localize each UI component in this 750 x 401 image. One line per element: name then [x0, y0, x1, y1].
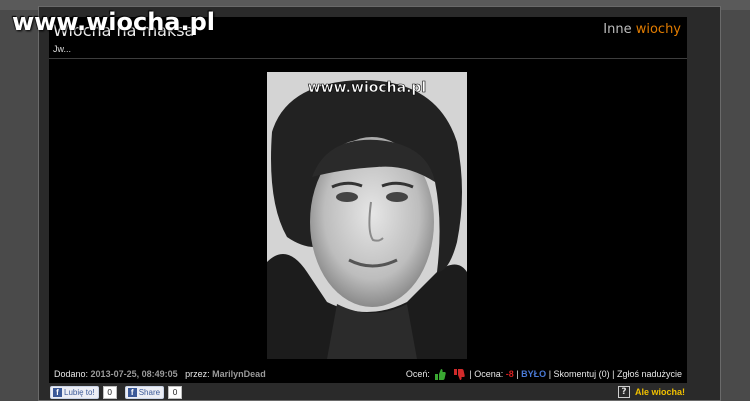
share-count: 0 — [168, 385, 183, 399]
bylo-link[interactable]: BYŁO — [521, 369, 546, 379]
post-meta: Dodano: 2013-07-25, 08:49:05 przez: Mari… — [54, 369, 266, 379]
portrait-image: www.wiocha.pl — [267, 72, 467, 359]
photo-watermark: www.wiocha.pl — [308, 80, 426, 96]
like-count: 0 — [102, 385, 117, 399]
social-buttons: f Lubię to! 0 f Share 0 — [50, 385, 186, 399]
like-label: Lubię to! — [64, 387, 95, 397]
rate-label: Oceń: — [405, 369, 430, 379]
share-label: Share — [138, 387, 161, 397]
comment-link[interactable]: Skomentuj (0) — [554, 369, 610, 379]
post-card: Wiocha na maksa Jw... Inne wiochy www.wi… — [49, 17, 687, 383]
separator: | — [548, 369, 552, 379]
post-footer: Dodano: 2013-07-25, 08:49:05 przez: Mari… — [49, 367, 687, 383]
facebook-icon: f — [127, 387, 137, 397]
facebook-icon: f — [53, 387, 62, 397]
thumbs-down-icon[interactable] — [453, 369, 465, 381]
facebook-like-button[interactable]: f Lubię to! — [50, 385, 99, 399]
post-subtitle: Jw... — [53, 44, 72, 54]
other-posts-link-part2: wiochy — [635, 22, 681, 37]
other-posts-link[interactable]: Inne wiochy — [603, 22, 681, 37]
author-link[interactable]: MarilynDead — [212, 369, 266, 379]
site-logo[interactable]: www.wiocha.pl — [12, 8, 215, 36]
help-icon[interactable]: ? — [617, 386, 630, 398]
header-divider — [49, 58, 687, 59]
added-date: 2013-07-25, 08:49:05 — [90, 369, 178, 379]
rating-bar: Oceń: | Ocena: -8 | BYŁO | Skomentuj (0)… — [405, 369, 682, 381]
ale-wiocha-button[interactable]: Ale wiocha! — [635, 387, 685, 397]
separator: | — [516, 369, 519, 379]
thumbs-up-icon[interactable] — [434, 369, 447, 381]
post-photo[interactable]: www.wiocha.pl — [267, 72, 467, 359]
rating-value: -8 — [505, 369, 514, 379]
added-label: Dodano: — [54, 369, 89, 379]
author-label: przez: — [185, 369, 210, 379]
facebook-share-button[interactable]: f Share — [124, 385, 165, 399]
other-posts-link-part1: Inne — [603, 22, 632, 37]
bottom-actions: ? Ale wiocha! — [617, 385, 685, 399]
report-link[interactable]: Zgłoś nadużycie — [617, 369, 682, 379]
separator: | — [612, 369, 615, 379]
rating-label: | Ocena: — [469, 369, 504, 379]
